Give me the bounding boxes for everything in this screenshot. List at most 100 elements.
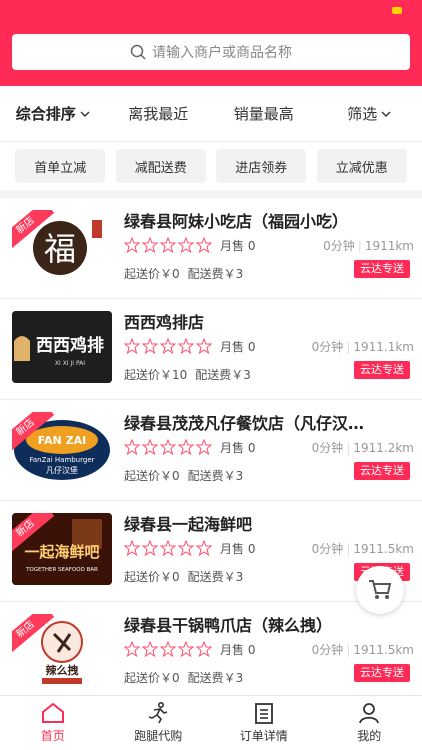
home-icon (41, 702, 64, 723)
store-thumbnail: 一起海鲜吧 TOGETHER SEAFOOD BAR 新店 (12, 513, 112, 585)
store-name: 绿春县茂茂凡仔餐饮店（凡仔汉… (124, 414, 365, 433)
star-icon (178, 540, 194, 556)
min-order: 起送价￥0 (124, 569, 180, 584)
delivery-fee: 配送费￥3 (187, 468, 244, 483)
store-list: 福 新店 绿春县阿妹小吃店（福园小吃） 月售 0 0分钟 | 1911km 起送价￥… (0, 198, 422, 695)
tab-label: 首页 (40, 729, 65, 743)
delivery-time: 0分钟 (311, 642, 344, 657)
search-input[interactable]: 请输入商户或商品名称 (12, 34, 410, 70)
order-icon (254, 703, 273, 724)
store-name: 绿春县阿妹小吃店（福园小吃） (124, 212, 349, 231)
promo-chip[interactable]: 进店领券 (216, 149, 307, 183)
store-item[interactable]: 福 新店 绿春县阿妹小吃店（福园小吃） 月售 0 0分钟 | 1911km 起送价￥… (0, 198, 422, 299)
user-icon (359, 703, 380, 724)
bottom-tab-bar: 首页 跑腿代购 订单详情 我的 (0, 695, 422, 750)
delivery-tag: 云达专送 (354, 361, 410, 379)
promo-chip[interactable]: 首单立减 (15, 149, 106, 183)
star-icon (124, 338, 140, 354)
distance: 1911km (364, 238, 414, 253)
store-thumbnail: 福 新店 (12, 210, 112, 282)
sort-label: 综合排序 (15, 105, 76, 123)
star-icon (124, 237, 140, 253)
star-icon (142, 439, 158, 455)
monthly-sales: 月售 0 (220, 541, 256, 556)
star-icon (124, 641, 140, 657)
star-icon (196, 237, 212, 253)
star-icon (196, 338, 212, 354)
sort-label: 离我最近 (128, 105, 189, 123)
delivery-fee: 配送费￥3 (187, 569, 244, 584)
svg-text:FAN ZAI: FAN ZAI (38, 434, 86, 447)
svg-text:福: 福 (44, 230, 76, 268)
delivery-fee: 配送费￥3 (195, 367, 251, 382)
distance: 1911.5km (353, 642, 414, 657)
distance: 1911.2km (353, 440, 414, 455)
star-icon (196, 540, 212, 556)
sort-label: 销量最高 (233, 105, 294, 123)
distance: 1911.1km (353, 339, 414, 354)
store-item[interactable]: FAN ZAI FanZai Hamburger 凡仔汉堡 新店 绿春县茂茂凡仔… (0, 400, 422, 501)
search-placeholder: 请输入商户或商品名称 (152, 45, 292, 61)
time-distance: 0分钟 | 1911.5km (311, 541, 414, 556)
store-thumbnail: 辣么拽 新店 (12, 614, 112, 686)
sort-comprehensive[interactable]: 综合排序 (0, 103, 106, 124)
sort-top-sales[interactable]: 销量最高 (211, 103, 317, 124)
star-rating (124, 439, 214, 455)
min-order: 起送价￥10 (124, 367, 188, 382)
tab-profile[interactable]: 我的 (317, 696, 422, 750)
svg-text:辣么拽: 辣么拽 (46, 663, 79, 677)
delivery-time: 0分钟 (311, 541, 344, 556)
star-icon (196, 439, 212, 455)
delivery-fee: 配送费￥3 (187, 266, 244, 281)
sort-nearest[interactable]: 离我最近 (106, 103, 212, 124)
store-name: 绿春县干锅鸭爪店（辣么拽） (124, 616, 333, 635)
delivery-fee: 配送费￥3 (187, 670, 244, 685)
monthly-sales: 月售 0 (220, 642, 256, 657)
time-distance: 0分钟 | 1911km (323, 238, 414, 253)
store-item[interactable]: 辣么拽 新店 绿春县干锅鸭爪店（辣么拽） 月售 0 0分钟 | 1911.5km 起… (0, 602, 422, 695)
cart-button[interactable] (356, 566, 404, 614)
delivery-tag: 云达专送 (354, 664, 410, 682)
cart-icon (369, 580, 392, 599)
sort-label: 筛选 (347, 105, 378, 123)
star-icon (160, 338, 176, 354)
distance: 1911.5km (353, 541, 414, 556)
tab-label: 我的 (357, 729, 382, 743)
chevron-down-icon (80, 111, 90, 117)
tab-home[interactable]: 首页 (0, 696, 106, 750)
svg-text:XI XI JI PAI: XI XI JI PAI (55, 360, 85, 367)
svg-text:一起海鲜吧: 一起海鲜吧 (24, 543, 99, 561)
store-item[interactable]: 西西鸡排 XI XI JI PAI 西西鸡排店 月售 0 0分钟 | 1911.1k… (0, 299, 422, 400)
rating-row: 月售 0 0分钟 | 1911.1km (124, 337, 414, 355)
star-icon (178, 641, 194, 657)
store-name: 西西鸡排店 (124, 313, 205, 332)
tab-errand[interactable]: 跑腿代购 (106, 696, 212, 750)
top-header: 请输入商户或商品名称 (0, 0, 422, 86)
sort-bar: 综合排序 离我最近 销量最高 筛选 (0, 86, 422, 142)
star-icon (160, 540, 176, 556)
star-icon (160, 237, 176, 253)
star-rating (124, 540, 214, 556)
promo-chip[interactable]: 立减优惠 (316, 149, 407, 183)
delivery-time: 0分钟 (311, 339, 344, 354)
star-icon (142, 641, 158, 657)
min-order: 起送价￥0 (124, 670, 180, 685)
sort-filter[interactable]: 筛选 (317, 103, 422, 124)
search-icon (130, 44, 146, 60)
promo-chip[interactable]: 减配送费 (115, 149, 206, 183)
star-icon (160, 439, 176, 455)
store-thumbnail: 西西鸡排 XI XI JI PAI (12, 311, 112, 383)
monthly-sales: 月售 0 (220, 238, 256, 253)
star-rating (124, 237, 214, 253)
star-icon (124, 439, 140, 455)
rating-row: 月售 0 0分钟 | 1911.5km (124, 640, 414, 658)
delivery-tag: 云达专送 (354, 462, 410, 480)
delivery-tag: 云达专送 (354, 260, 410, 278)
star-icon (178, 237, 194, 253)
rating-row: 月售 0 0分钟 | 1911.5km (124, 539, 414, 557)
svg-text:凡仔汉堡: 凡仔汉堡 (46, 465, 78, 475)
monthly-sales: 月售 0 (220, 339, 256, 354)
star-icon (142, 338, 158, 354)
star-icon (178, 439, 194, 455)
tab-orders[interactable]: 订单详情 (211, 696, 317, 750)
